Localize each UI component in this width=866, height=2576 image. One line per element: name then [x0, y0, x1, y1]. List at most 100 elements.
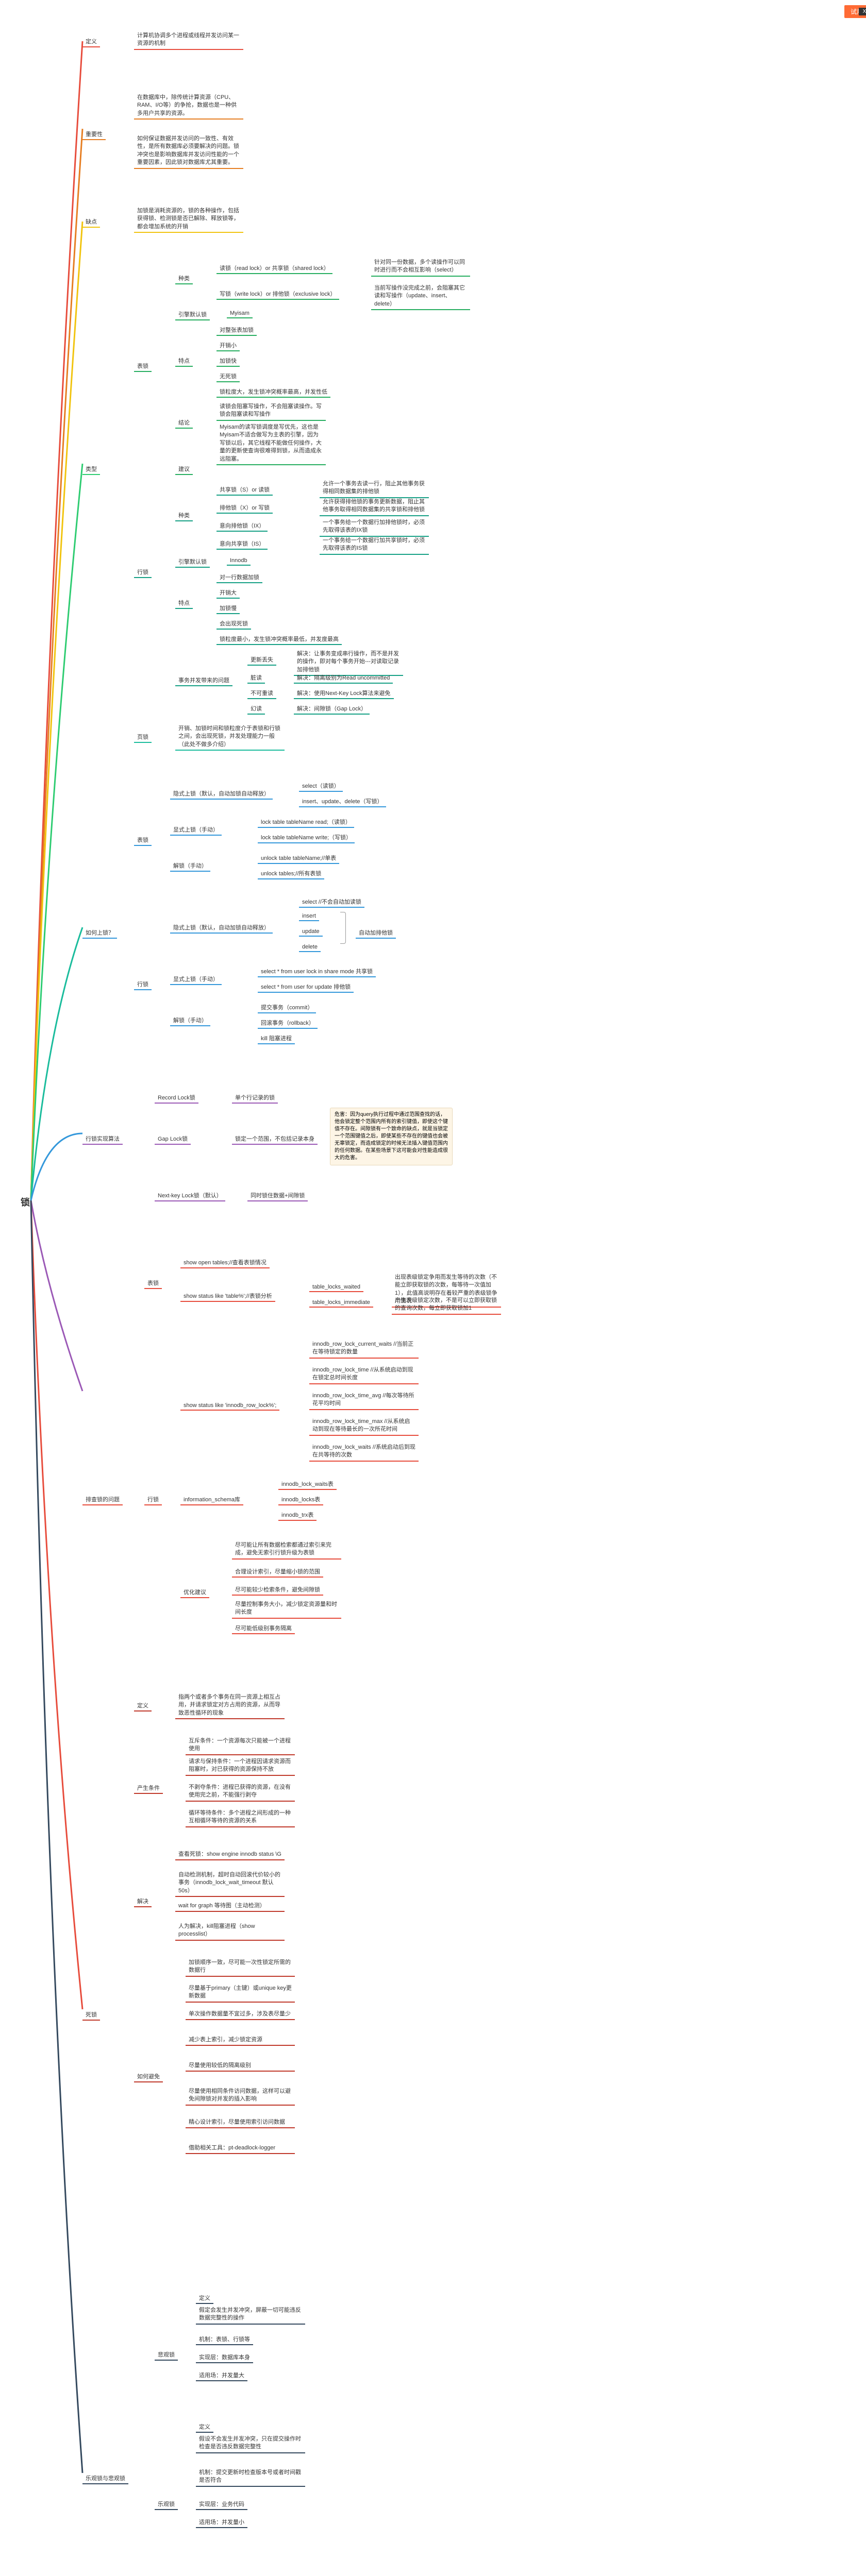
- node-select-r: select（读锁）: [299, 781, 343, 792]
- node-irtm: innodb_row_lock_time_max //从系统启动到现在等待最长的…: [309, 1417, 419, 1436]
- node-intent-s: 意向共享锁（IS）: [216, 538, 268, 550]
- node-p-use: 适用场：并发量大: [196, 2370, 247, 2381]
- node-s4: 人为解决，kill阻塞进程（show processlist）: [175, 1922, 285, 1941]
- node-a4: 减少表上索引，减少锁定资源: [186, 2035, 295, 2046]
- node-ut2: unlock tables;//所有表锁: [258, 868, 324, 879]
- node-intent-s-text: 一个事务给一个数据行加共享锁时，必须先取得该表的IS锁: [320, 536, 429, 555]
- node-ins: insert: [299, 912, 319, 921]
- node-read-lock-text: 针对同一份数据，多个读操作可以同时进行而不会相互影响（select）: [371, 258, 470, 277]
- node-s1: 查看死锁：show engine innodb status \G: [175, 1850, 285, 1860]
- node-phantom: 幻读: [247, 703, 265, 715]
- node-shared-s-text: 允许一个事务去读一行，阻止其他事务获得相同数据集的排他锁: [320, 479, 429, 498]
- note-gap-lock: 危害：因为query执行过程中通过范围查找的话，他会锁定整个范围内所有的索引键值…: [330, 1108, 453, 1165]
- node-rl-engine: 引擎默认锁: [175, 556, 210, 568]
- node-kind: 种类: [175, 273, 193, 284]
- node-c3: 不剥夺条件：进程已获得的资源，在没有使用完之前，不能强行剥夺: [186, 1783, 295, 1802]
- node-rf2: 开销大: [216, 587, 240, 599]
- node-lt-write: lock table tableName write;（写锁）: [258, 832, 355, 843]
- root-node: 锁: [21, 1195, 30, 1209]
- node-weakness: 缺点: [82, 216, 100, 228]
- node-implicit-t: 隐式上锁（默认，自动加锁自动释放）: [170, 788, 273, 800]
- node-write-lock: 写锁（write lock）or 排他锁（exclusive lock）: [216, 289, 339, 300]
- node-sel-no: select //不会自动加读锁: [299, 896, 364, 908]
- node-innodb: Innodb: [227, 556, 251, 566]
- node-ssl2: show status like 'innodb_row_lock%';: [180, 1401, 279, 1411]
- node-implicit-r: 隐式上锁（默认，自动加锁自动释放）: [170, 922, 273, 934]
- node-excl-x: 排他锁（X）or 写锁: [216, 502, 273, 514]
- node-dl-solve: 解决: [134, 1896, 152, 1907]
- node-irt: innodb_row_lock_time //从系统启动到现在锁定总时间长度: [309, 1365, 419, 1384]
- node-page-lock-text: 开销、加锁时间和锁粒度介于表锁和行锁之间，会出现死锁，并发处理能力一般（此处不做…: [175, 724, 285, 751]
- node-rollback: 回滚事务（rollback）: [258, 1018, 318, 1029]
- node-features: 特点: [175, 355, 193, 367]
- node-opti: 乐观锁: [155, 2499, 178, 2510]
- node-no-repeat-text: 解决：使用Next-Key Lock算法来避免: [294, 688, 394, 699]
- node-o-use: 适用场：并发量小: [196, 2517, 247, 2528]
- node-tli-text: 产生表级锁定次数，不是可以立即获取锁的查询次数，每立即获取锁加1: [392, 1296, 501, 1315]
- node-gap-lock: Gap Lock锁: [155, 1133, 191, 1145]
- node-hl-row: 行锁: [134, 979, 152, 990]
- node-debug: 排查锁的问题: [82, 1494, 123, 1505]
- node-conc1: 读锁会阻塞写操作，不会阻塞读操作。写锁会阻塞读和写操作: [216, 402, 326, 421]
- node-rec-lock-text: 单个行记录的锁: [232, 1092, 278, 1104]
- node-p-def-text: 假定会发生并发冲突，屏蔽一切可能违反数据完整性的操作: [196, 2306, 305, 2325]
- node-o-impl: 实现层：业务代码: [196, 2499, 247, 2510]
- node-rf5: 锁粒度最小，发生锁冲突概率最低，并发度最高: [216, 634, 342, 645]
- node-c2: 请求与保持条件：一个进程因请求资源而阻塞时，对已获得的资源保持不放: [186, 1757, 295, 1776]
- node-iud-w: insert、update、delete（写锁）: [299, 796, 386, 807]
- node-del: delete: [299, 943, 321, 952]
- node-f5: 锁粒度大，发生锁冲突概率最高，并发性低: [216, 386, 330, 398]
- node-conc2: Myisam的读写锁调度是写优先，这也是Myisam不适合做写为主表的引擎，因为…: [216, 422, 326, 465]
- node-is: information_schema库: [180, 1494, 243, 1505]
- node-o4: 尽量控制事务大小，减少锁定资源量和时间长度: [232, 1600, 341, 1619]
- node-weak-text: 加锁是消耗资源的，锁的各种操作，包括获得锁、检测锁是否已解除、释放锁等，都会增加…: [134, 206, 243, 233]
- bracket-auto-excl: [340, 912, 346, 944]
- node-f1: 对整张表加锁: [216, 325, 257, 336]
- node-o-mech: 机制：提交更新时检查版本号或者时间戳是否符合: [196, 2468, 305, 2487]
- node-row-lock: 行锁: [134, 567, 152, 578]
- node-engine-default: 引擎默认锁: [175, 309, 210, 320]
- node-sot: show open tables;//查看表锁情况: [180, 1257, 270, 1268]
- node-commit: 提交事务（commit）: [258, 1002, 316, 1013]
- node-a2: 尽量基于primary（主键）或unique key更新数据: [186, 1984, 295, 2003]
- node-type: 类型: [82, 464, 100, 475]
- node-how-lock: 如何上锁？: [82, 927, 117, 939]
- node-nk-lock: Next-key Lock锁（默认）: [155, 1190, 225, 1201]
- node-tx-problems: 事务并发带来的问题: [175, 675, 232, 686]
- node-itrx: innodb_trx表: [278, 1510, 317, 1521]
- footer-logo: XMind: [859, 8, 866, 15]
- node-rl-kind: 种类: [175, 510, 193, 521]
- node-a5: 尽量使用较低的隔离级别: [186, 2061, 295, 2072]
- node-ssl: show status like 'table%';//表锁分析: [180, 1291, 275, 1302]
- node-a3: 单次操作数据量不宜过多，涉及表尽量少: [186, 2009, 295, 2020]
- node-dl-def: 定义: [134, 1700, 152, 1711]
- node-gap-lock-text: 锁定一个范围，不包括记录本身: [232, 1133, 318, 1145]
- node-myisam: Myisam: [227, 309, 253, 318]
- node-nk-lock-text: 同时锁住数据+间隙锁: [247, 1190, 308, 1201]
- node-tli: table_locks_immediate: [309, 1298, 373, 1308]
- node-rec-lock: Record Lock锁: [155, 1092, 198, 1104]
- node-rl-features: 特点: [175, 598, 193, 609]
- node-irws: innodb_row_lock_waits //系统启动后到现在共等待的次数: [309, 1443, 419, 1462]
- node-intent-x: 意向排他锁（IX）: [216, 520, 268, 532]
- node-sel-share: select * from user lock in share mode 共享…: [258, 966, 376, 977]
- node-o3: 尽可能较少检索条件，避免间隙锁: [232, 1584, 323, 1596]
- node-lost-update: 更新丢失: [247, 654, 276, 666]
- node-dirty-read-text: 解决：隔离级别为Read uncommitted: [294, 672, 393, 684]
- node-definition-text: 计算机协调多个进程或线程并发访问某一资源的机制: [134, 31, 243, 50]
- node-hl-table: 表锁: [134, 835, 152, 846]
- node-imp-text2: 如何保证数据并发访问的一致性、有效性，是所有数据库必须要解决的问题。锁冲突也是影…: [134, 134, 243, 169]
- node-o-def: 定义: [196, 2421, 213, 2433]
- node-ut1: unlock table tableName;//单表: [258, 853, 339, 864]
- node-kill: kill 阻塞进程: [258, 1033, 295, 1044]
- node-dirty-read: 脏读: [247, 672, 265, 684]
- node-o5: 尽可能低级别事务隔离: [232, 1623, 295, 1634]
- node-dl-cond: 产生条件: [134, 1783, 163, 1794]
- node-rf1: 对一行数据加锁: [216, 572, 262, 583]
- node-auto-excl: 自动加排他锁: [356, 927, 396, 939]
- node-intent-x-text: 一个事务给一个数据行加排他锁时，必须先取得该表的IX锁: [320, 518, 429, 537]
- node-read-lock: 读锁（read lock）or 共享锁（shared lock）: [216, 263, 332, 274]
- node-irw: innodb_row_lock_current_waits //当前正在等待锁定…: [309, 1340, 419, 1359]
- node-write-lock-text: 当前写操作没完成之前，会阻塞其它读和写操作（update、insert、dele…: [371, 283, 470, 310]
- node-s3: wait for graph 等待图（主动检测）: [175, 1901, 285, 1912]
